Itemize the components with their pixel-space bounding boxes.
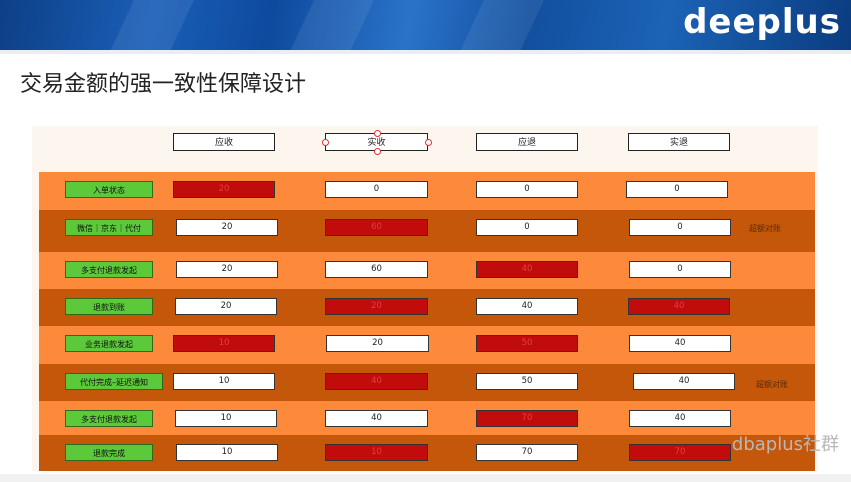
column-header: 应收 xyxy=(173,133,275,151)
value-cell: 50 xyxy=(476,335,578,352)
value-cell: 40 xyxy=(476,298,578,315)
value-cell: 10 xyxy=(176,444,278,461)
row-label: 多支付退款发起 xyxy=(65,261,153,278)
value-cell: 0 xyxy=(626,181,728,198)
table-row: 多支付退款发起 20 60 40 0 xyxy=(39,252,815,289)
value-cell: 40 xyxy=(629,335,731,352)
value-cell: 0 xyxy=(476,181,578,198)
value-cell: 20 xyxy=(175,298,277,315)
value-cell: 70 xyxy=(476,410,578,427)
table-row: 多支付退款发起 10 40 70 40 xyxy=(39,401,815,435)
value-cell: 10 xyxy=(175,410,277,427)
value-cell: 40 xyxy=(628,298,730,315)
value-cell: 0 xyxy=(629,261,731,278)
row-label: 代付完成–延迟通知 xyxy=(65,373,163,390)
table-row: 业务退款发起 10 20 50 40 xyxy=(39,326,815,364)
value-cell: 0 xyxy=(476,219,578,236)
value-cell: 40 xyxy=(633,373,735,390)
selection-handle[interactable] xyxy=(373,148,381,155)
value-cell: 40 xyxy=(476,261,578,278)
value-cell: 60 xyxy=(325,261,428,278)
value-cell: 20 xyxy=(325,298,428,315)
value-cell: 20 xyxy=(326,335,429,352)
banner-decoration xyxy=(446,0,554,50)
table-row: 代付完成–延迟通知 10 40 50 40 超额对账 xyxy=(39,364,815,401)
page-title: 交易金额的强一致性保障设计 xyxy=(20,72,307,97)
selection-handle[interactable] xyxy=(322,139,329,146)
footer-strip xyxy=(0,474,851,482)
value-cell: 10 xyxy=(173,373,275,390)
value-cell: 40 xyxy=(325,373,428,390)
selection-handle[interactable] xyxy=(425,139,432,146)
value-cell: 0 xyxy=(629,219,731,236)
row-label: 多支付退款发起 xyxy=(65,410,153,427)
table-row: 微信｜京东｜代付 20 60 0 0 超额对账 xyxy=(39,210,815,252)
value-cell: 20 xyxy=(176,261,278,278)
column-header: 应退 xyxy=(476,133,578,151)
banner-decoration xyxy=(96,0,204,50)
table-row: 退款到账 20 20 40 40 xyxy=(39,289,815,326)
table-row: 退款完成 10 10 70 70 xyxy=(39,435,815,471)
value-cell: 50 xyxy=(476,373,578,390)
table-row: 入单状态 20 0 0 0 xyxy=(39,172,815,210)
row-label: 微信｜京东｜代付 xyxy=(65,219,153,236)
value-cell: 0 xyxy=(325,181,428,198)
value-cell: 20 xyxy=(173,181,275,198)
row-label: 业务退款发起 xyxy=(65,335,153,352)
value-cell: 40 xyxy=(325,410,428,427)
column-header: 实退 xyxy=(628,133,730,151)
value-cell: 10 xyxy=(325,444,428,461)
row-note: 超额对账 xyxy=(749,224,781,233)
value-cell: 20 xyxy=(176,219,278,236)
watermark: dbaplus社群 xyxy=(731,434,839,455)
banner-decoration xyxy=(276,0,384,50)
row-label: 退款到账 xyxy=(65,298,153,315)
row-label: 退款完成 xyxy=(65,444,153,461)
value-cell: 70 xyxy=(476,444,578,461)
header-divider xyxy=(0,50,851,54)
value-cell: 40 xyxy=(629,410,731,427)
selection-handle[interactable] xyxy=(373,130,381,137)
value-cell: 70 xyxy=(629,444,731,461)
value-cell: 60 xyxy=(325,219,428,236)
value-cell: 10 xyxy=(173,335,275,352)
row-label: 入单状态 xyxy=(65,181,153,198)
row-note: 超额对账 xyxy=(756,380,788,389)
header-banner: deeplus xyxy=(0,0,851,50)
brand-logo: deeplus xyxy=(683,2,841,42)
